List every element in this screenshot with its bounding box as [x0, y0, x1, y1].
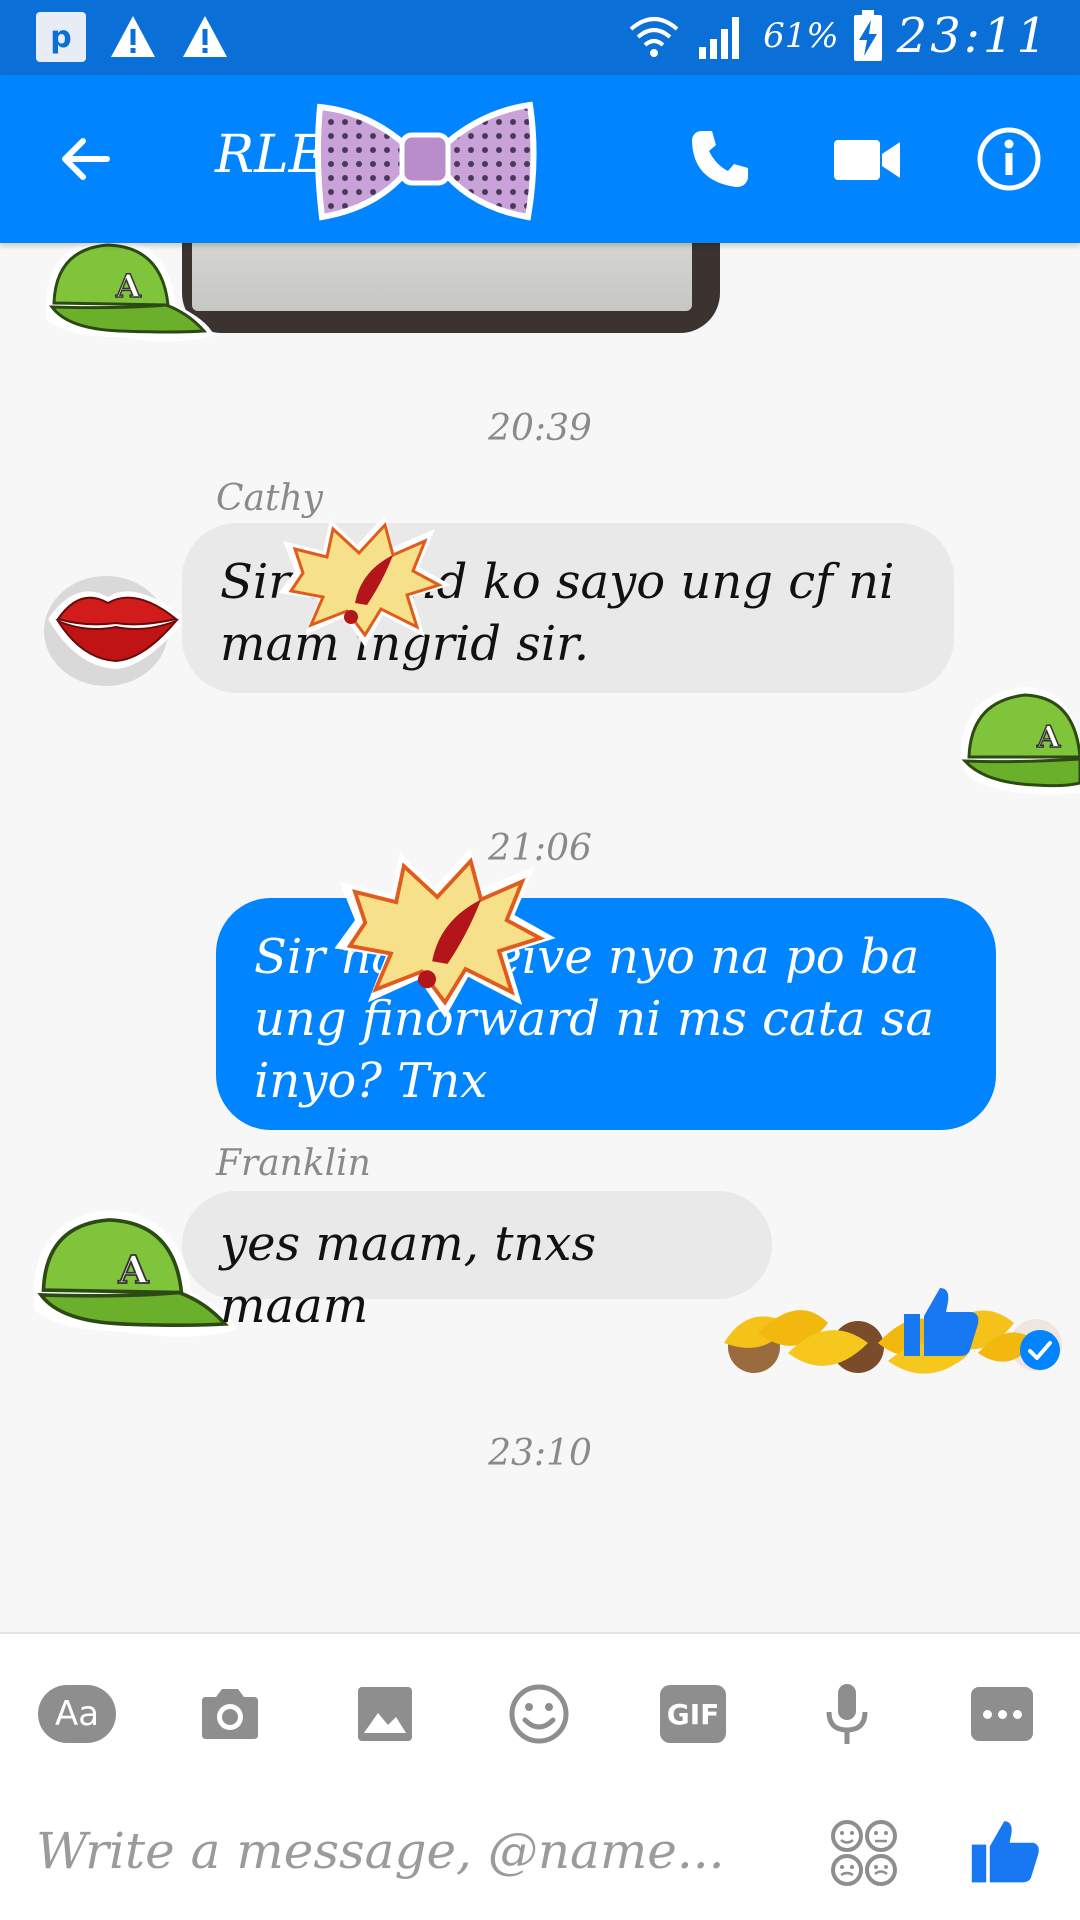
microphone-icon[interactable] — [807, 1674, 887, 1754]
more-icon[interactable] — [962, 1674, 1042, 1754]
green-cap-sticker: A — [46, 237, 214, 342]
gif-icon[interactable]: GIF — [653, 1674, 733, 1754]
sender-name: Franklin — [216, 1143, 371, 1184]
sticker-icon[interactable] — [830, 1819, 898, 1887]
aa-icon[interactable]: Aa — [37, 1674, 117, 1754]
seen-avatars — [724, 1310, 1062, 1374]
app-notification-icon: p — [36, 12, 86, 62]
battery-charging-icon — [853, 10, 882, 61]
composer-toolbar: Aa GIF — [0, 1674, 1080, 1754]
lips-sticker — [44, 576, 186, 686]
conversation-header: RLE ... — [0, 75, 1080, 243]
gif-button[interactable]: GIF — [660, 1685, 726, 1743]
arrow-left-icon[interactable] — [55, 129, 115, 189]
clock: 23:11 — [896, 8, 1050, 64]
info-icon[interactable] — [975, 125, 1043, 193]
bowtie-sticker — [314, 101, 537, 221]
thumbs-up-icon[interactable] — [970, 1814, 1042, 1886]
message-input[interactable] — [36, 1816, 796, 1886]
message-list[interactable]: A 20:39 Cathy Sir sinend ko sayo ung cf … — [0, 233, 1080, 1633]
message-text: yes maam, tnxs maam — [220, 1216, 597, 1334]
svg-text:A: A — [1036, 720, 1061, 755]
check-circle-icon — [1020, 1330, 1060, 1370]
emoji-icon[interactable] — [499, 1674, 579, 1754]
warning-icon — [183, 16, 227, 57]
warning-icon — [111, 16, 155, 57]
status-bar: p 61% 23:11 — [0, 0, 1080, 75]
timestamp: 23:10 — [488, 1433, 592, 1474]
composer: Aa GIF — [0, 1632, 1080, 1920]
explosion-sticker — [334, 848, 556, 1018]
svg-text:A: A — [118, 1248, 150, 1293]
video-camera-icon[interactable] — [832, 130, 902, 190]
image-icon[interactable] — [345, 1674, 425, 1754]
signal-icon — [699, 17, 740, 59]
explosion-sticker — [279, 515, 451, 647]
text-format-button[interactable]: Aa — [38, 1685, 116, 1743]
thumbs-up-icon[interactable] — [902, 1280, 982, 1360]
green-cap-sticker: A — [960, 687, 1080, 795]
image-message[interactable] — [182, 233, 720, 333]
wifi-icon — [629, 17, 679, 57]
incoming-message[interactable]: yes maam, tnxs maam — [182, 1191, 772, 1334]
image-content — [192, 233, 692, 311]
svg-text:A: A — [115, 267, 142, 305]
timestamp: 20:39 — [488, 408, 592, 449]
camera-icon[interactable] — [190, 1674, 270, 1754]
phone-icon[interactable] — [688, 127, 752, 191]
battery-percent: 61% — [763, 16, 839, 56]
